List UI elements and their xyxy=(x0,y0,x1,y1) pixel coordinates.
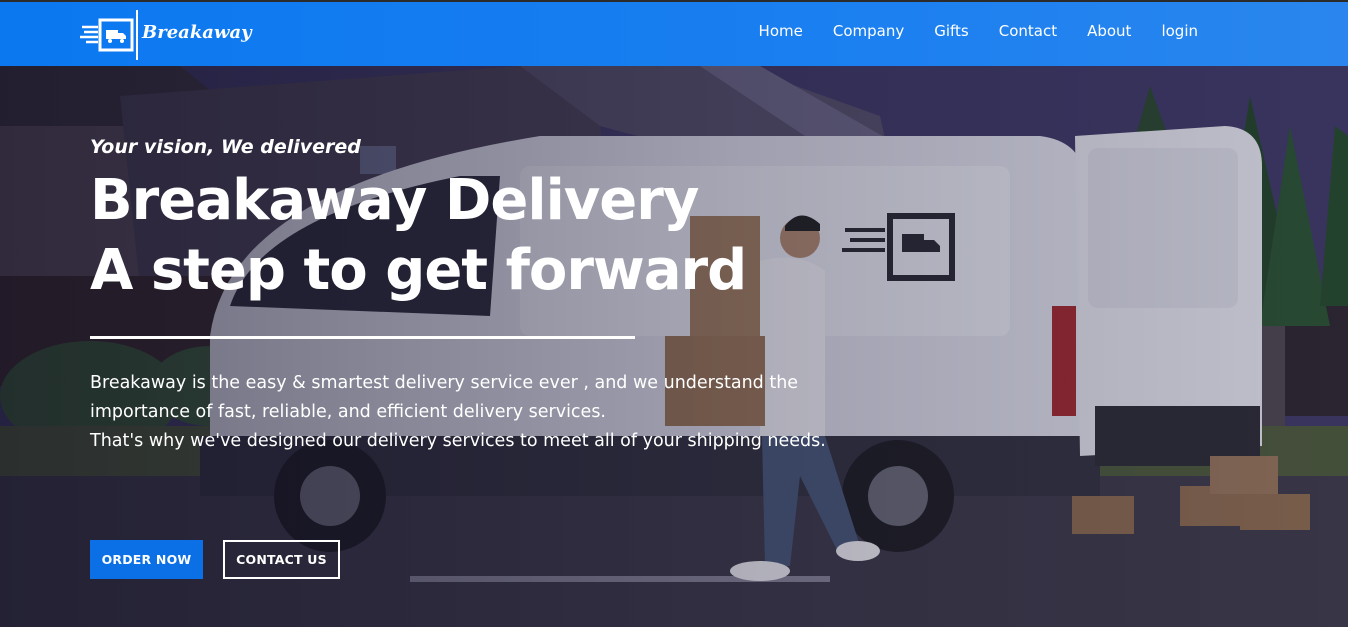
contact-us-button[interactable]: CONTACT US xyxy=(223,540,340,579)
main-nav: Home Company Gifts Contact About login xyxy=(759,22,1198,40)
hero-description-1: Breakaway is the easy & smartest deliver… xyxy=(90,373,799,422)
nav-login[interactable]: login xyxy=(1161,22,1198,40)
hero-tagline: Your vision, We delivered xyxy=(90,136,361,158)
hero-headline: Breakaway Delivery A step to get forward xyxy=(90,166,850,306)
nav-home[interactable]: Home xyxy=(759,22,803,40)
hero-divider xyxy=(90,336,635,339)
order-now-button[interactable]: ORDER NOW xyxy=(90,540,203,579)
headline-line-1: Breakaway Delivery xyxy=(90,168,699,233)
hero-buttons: ORDER NOW CONTACT US xyxy=(90,540,340,579)
hero-content: Your vision, We delivered Breakaway Deli… xyxy=(90,136,850,456)
hero-description: Breakaway is the easy & smartest deliver… xyxy=(90,369,850,456)
headline-line-2: A step to get forward xyxy=(90,238,747,303)
nav-company[interactable]: Company xyxy=(833,22,904,40)
delivery-truck-logo-icon xyxy=(80,11,134,59)
hero-description-2: That's why we've designed our delivery s… xyxy=(90,431,826,451)
brand-name: Breakaway xyxy=(142,22,252,43)
brand-logo-link[interactable]: Breakaway xyxy=(80,10,252,60)
brand-divider xyxy=(136,10,138,60)
nav-gifts[interactable]: Gifts xyxy=(934,22,969,40)
hero-section: Your vision, We delivered Breakaway Deli… xyxy=(0,66,1348,627)
nav-about[interactable]: About xyxy=(1087,22,1131,40)
nav-contact[interactable]: Contact xyxy=(999,22,1057,40)
navbar: Breakaway Home Company Gifts Contact Abo… xyxy=(0,0,1348,66)
